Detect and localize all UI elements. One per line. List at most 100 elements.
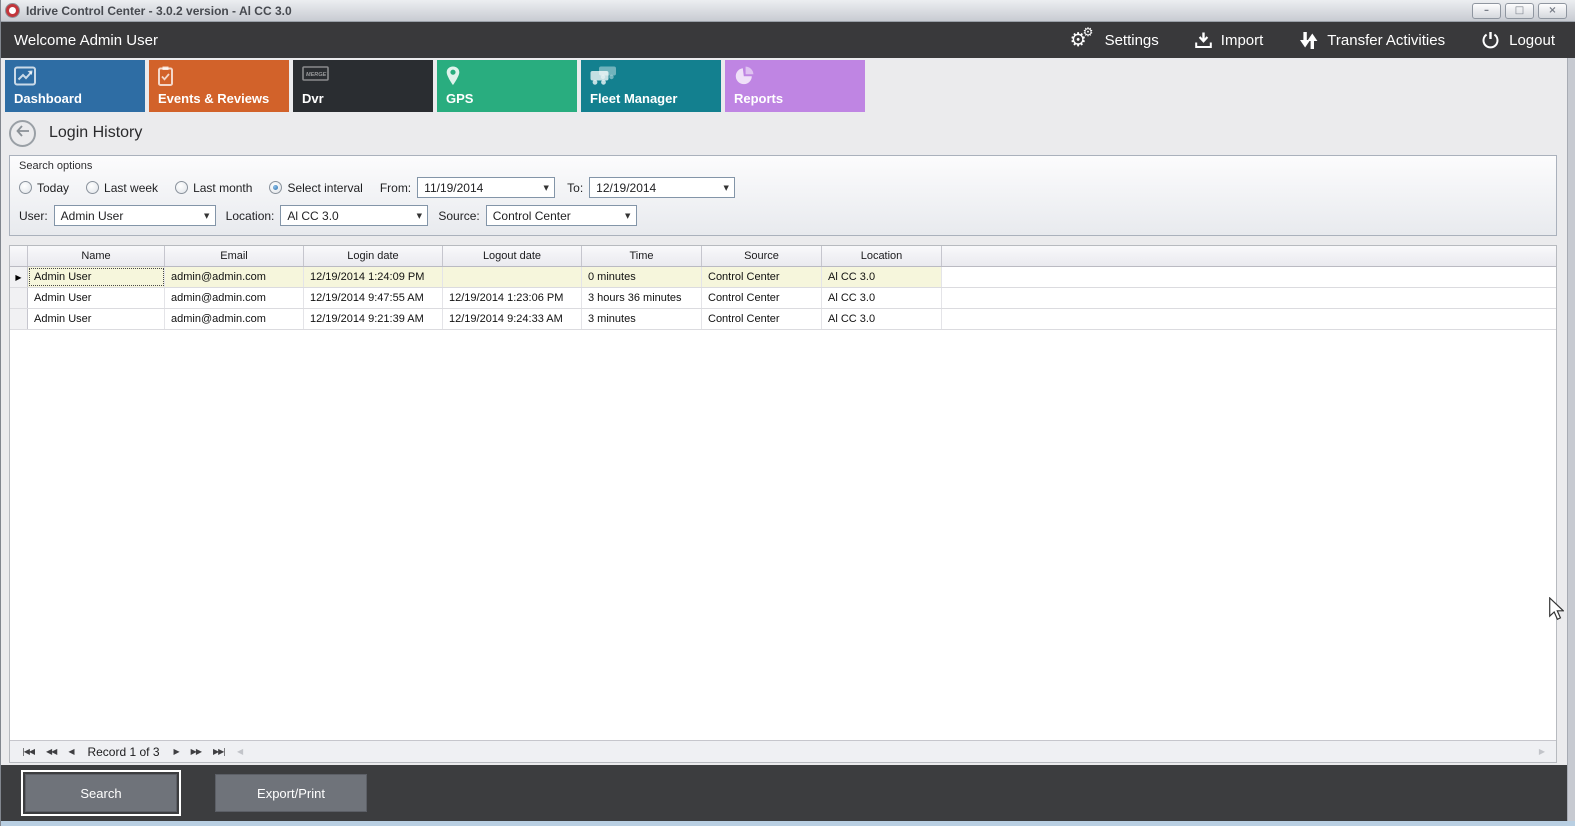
- nav-tiles: DashboardEvents & Reviews MERGE Dvr GPS Flee…: [5, 60, 865, 112]
- tile-fleet-manager[interactable]: Fleet Manager: [581, 60, 721, 112]
- pager-prev-icon[interactable]: ◀: [62, 747, 79, 756]
- svg-text:MERGE: MERGE: [306, 72, 327, 78]
- cell-name[interactable]: Admin User: [28, 288, 165, 308]
- gears-icon: ⚙⚙: [1070, 29, 1096, 51]
- topbar-action-transfer-activities[interactable]: Transfer Activities: [1299, 31, 1445, 50]
- column-header-source[interactable]: Source: [702, 246, 822, 266]
- pager-scroll-left-icon[interactable]: ◀: [231, 747, 248, 756]
- welcome-text: Welcome Admin User: [1, 32, 158, 49]
- map-pin-icon: [446, 66, 460, 91]
- pager-last-icon[interactable]: ▶▶|: [207, 747, 231, 756]
- cell-logout-date[interactable]: 12/19/2014 9:24:33 AM: [443, 309, 582, 329]
- table-row[interactable]: ▶Admin Useradmin@admin.com12/19/2014 1:2…: [10, 267, 1556, 288]
- chevron-down-icon: ▼: [718, 184, 734, 192]
- tile-reports[interactable]: Reports: [725, 60, 865, 112]
- close-button[interactable]: ×: [1538, 3, 1567, 19]
- export-print-button[interactable]: Export/Print: [215, 774, 367, 812]
- to-date-combo[interactable]: 12/19/2014 ▼: [589, 177, 735, 198]
- cell-source[interactable]: Control Center: [702, 267, 822, 287]
- cell-source[interactable]: Control Center: [702, 288, 822, 308]
- radio-last-month[interactable]: Last month: [175, 181, 252, 195]
- cell-time[interactable]: 3 minutes: [582, 309, 702, 329]
- pager-scroll-right-icon[interactable]: ▶: [1533, 747, 1550, 756]
- cell-email[interactable]: admin@admin.com: [165, 267, 304, 287]
- page-title-row: Login History: [9, 115, 142, 151]
- topbar-action-import[interactable]: Import: [1195, 32, 1264, 49]
- topbar-action-logout[interactable]: Logout: [1481, 31, 1555, 50]
- cell-location[interactable]: Al CC 3.0: [822, 288, 942, 308]
- search-options-title: Search options: [10, 156, 1556, 174]
- table-row[interactable]: Admin Useradmin@admin.com12/19/2014 9:47…: [10, 288, 1556, 309]
- from-label: From:: [380, 181, 411, 195]
- cell-time[interactable]: 0 minutes: [582, 267, 702, 287]
- row-indicator-cell: [10, 309, 28, 329]
- grid-header: NameEmailLogin dateLogout dateTimeSource…: [10, 246, 1556, 267]
- cell-email[interactable]: admin@admin.com: [165, 309, 304, 329]
- tile-label: Dvr: [302, 91, 324, 106]
- pager-bar: |◀◀ ◀◀ ◀ Record 1 of 3 ▶ ▶▶ ▶▶| ◀ ▶: [10, 740, 1556, 762]
- radio-button-icon: [175, 181, 188, 194]
- cell-login-date[interactable]: 12/19/2014 9:47:55 AM: [304, 288, 443, 308]
- back-button[interactable]: [9, 120, 36, 147]
- maximize-button[interactable]: □: [1505, 3, 1534, 19]
- tile-events-reviews[interactable]: Events & Reviews: [149, 60, 289, 112]
- column-header-email[interactable]: Email: [165, 246, 304, 266]
- pager-fast-prev-icon[interactable]: ◀◀: [40, 747, 62, 756]
- column-header-filler: [942, 246, 1556, 266]
- tile-gps[interactable]: GPS: [437, 60, 577, 112]
- pager-next-icon[interactable]: ▶: [168, 747, 185, 756]
- cell-name[interactable]: Admin User: [28, 267, 165, 287]
- table-row[interactable]: Admin Useradmin@admin.com12/19/2014 9:21…: [10, 309, 1556, 330]
- tile-label: GPS: [446, 91, 473, 106]
- search-options-panel: Search options Today Last week Last month S…: [9, 155, 1557, 236]
- radio-label: Today: [37, 181, 69, 195]
- login-history-grid: NameEmailLogin dateLogout dateTimeSource…: [9, 245, 1557, 763]
- location-combo[interactable]: Al CC 3.0 ▼: [280, 205, 428, 226]
- topbar-action-settings[interactable]: ⚙⚙Settings: [1070, 29, 1159, 51]
- cell-email[interactable]: admin@admin.com: [165, 288, 304, 308]
- from-date-combo[interactable]: 11/19/2014 ▼: [417, 177, 555, 198]
- chevron-down-icon: ▼: [411, 212, 427, 220]
- cell-login-date[interactable]: 12/19/2014 1:24:09 PM: [304, 267, 443, 287]
- cell-logout-date[interactable]: 12/19/2014 1:23:06 PM: [443, 288, 582, 308]
- to-label: To:: [567, 181, 583, 195]
- column-header-time[interactable]: Time: [582, 246, 702, 266]
- minimize-button[interactable]: –: [1472, 3, 1501, 19]
- radio-last-week[interactable]: Last week: [86, 181, 158, 195]
- radio-label: Last week: [104, 181, 158, 195]
- back-arrow-icon: [16, 124, 30, 142]
- window-controls: –□×: [1472, 3, 1575, 19]
- transfer-arrows-icon: [1299, 31, 1318, 50]
- pager-fast-next-icon[interactable]: ▶▶: [185, 747, 207, 756]
- radio-today[interactable]: Today: [19, 181, 69, 195]
- search-row-filters: User: Admin User ▼ Location: Al CC 3.0 ▼…: [10, 202, 1556, 229]
- record-status: Record 1 of 3: [87, 745, 159, 759]
- tile-dashboard[interactable]: Dashboard: [5, 60, 145, 112]
- grid-empty-area: [10, 330, 1556, 740]
- cell-name[interactable]: Admin User: [28, 309, 165, 329]
- cell-location[interactable]: Al CC 3.0: [822, 267, 942, 287]
- row-indicator-cell: [10, 288, 28, 308]
- cell-time[interactable]: 3 hours 36 minutes: [582, 288, 702, 308]
- grid-rows: ▶Admin Useradmin@admin.com12/19/2014 1:2…: [10, 267, 1556, 330]
- pager-first-icon[interactable]: |◀◀: [16, 747, 40, 756]
- radio-select-interval[interactable]: Select interval: [269, 181, 362, 195]
- source-combo[interactable]: Control Center ▼: [486, 205, 637, 226]
- cell-login-date[interactable]: 12/19/2014 9:21:39 AM: [304, 309, 443, 329]
- search-button[interactable]: Search: [25, 774, 177, 812]
- column-header-location[interactable]: Location: [822, 246, 942, 266]
- column-header-name[interactable]: Name: [28, 246, 165, 266]
- topbar: Welcome Admin User ⚙⚙Settings Import Trans…: [1, 22, 1575, 58]
- footer-bar: Search Export/Print: [1, 765, 1567, 821]
- import-icon: [1195, 32, 1212, 49]
- cell-source[interactable]: Control Center: [702, 309, 822, 329]
- to-date-value: 12/19/2014: [596, 181, 656, 195]
- tile-label: Fleet Manager: [590, 91, 677, 106]
- tile-dvr[interactable]: MERGE Dvr: [293, 60, 433, 112]
- location-value: Al CC 3.0: [287, 209, 338, 223]
- column-header-login-date[interactable]: Login date: [304, 246, 443, 266]
- column-header-logout-date[interactable]: Logout date: [443, 246, 582, 266]
- user-combo[interactable]: Admin User ▼: [54, 205, 216, 226]
- cell-location[interactable]: Al CC 3.0: [822, 309, 942, 329]
- cell-logout-date[interactable]: [443, 267, 582, 287]
